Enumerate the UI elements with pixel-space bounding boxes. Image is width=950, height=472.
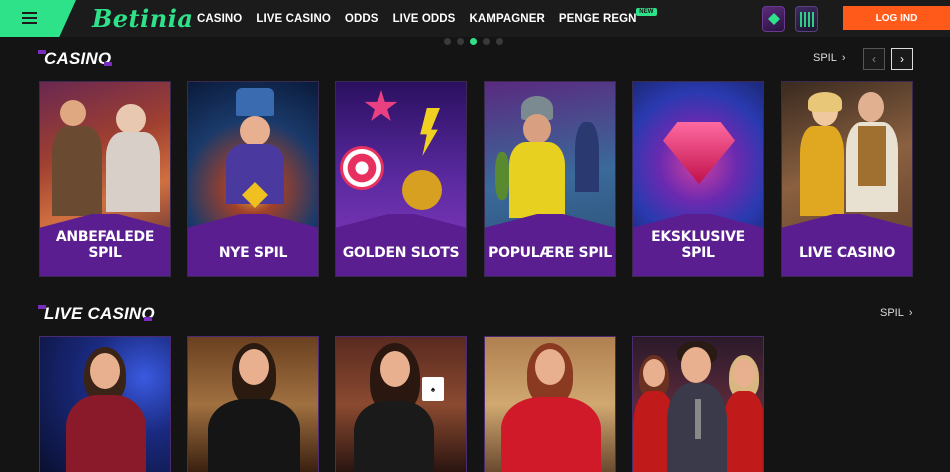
carousel-dot-active[interactable] [470, 38, 477, 45]
nav-live-odds[interactable]: LIVE ODDS [393, 13, 456, 25]
new-badge: NEW [636, 7, 657, 16]
card-label: POPULÆRE SPIL [488, 245, 612, 261]
live-game-card[interactable]: ♠ [335, 336, 467, 472]
nav-penge-regn-label: PENGE REGN [558, 12, 637, 25]
casino-spil-link[interactable]: SPIL › [813, 52, 846, 64]
menu-icon [22, 12, 37, 24]
category-card-anbefalede[interactable]: ANBEFALEDE SPIL [39, 81, 171, 277]
vip-badge-icon[interactable] [762, 6, 785, 32]
carousel-dots [444, 38, 509, 45]
card-label: LIVE CASINO [798, 245, 896, 261]
nav-kampagner[interactable]: KAMPAGNER [469, 13, 544, 25]
title-decoration [104, 62, 112, 66]
carousel-dot[interactable] [496, 38, 503, 45]
main-nav: CASINO LIVE CASINO ODDS LIVE ODDS KAMPAG… [197, 0, 657, 37]
spil-label: SPIL [880, 307, 904, 319]
casino-section-title: CASINO [44, 49, 112, 68]
nav-penge-regn[interactable]: PENGE REGN NEW [558, 7, 657, 25]
tournament-badge-icon[interactable] [795, 6, 818, 32]
chevron-right-icon: › [841, 52, 846, 64]
live-game-card[interactable] [187, 336, 319, 472]
brand-logo[interactable]: Betinia [92, 4, 193, 33]
live-casino-spil-link[interactable]: SPIL › [880, 307, 913, 319]
live-casino-section-title: LIVE CASINO [44, 304, 155, 323]
live-game-card[interactable] [39, 336, 171, 472]
category-card-nye-spil[interactable]: NYE SPIL [187, 81, 319, 277]
live-game-card[interactable] [632, 336, 764, 472]
spil-label: SPIL [813, 52, 837, 64]
live-game-card[interactable] [484, 336, 616, 472]
chevron-right-icon: › [908, 307, 913, 319]
login-button[interactable]: LOG IND [843, 6, 950, 30]
card-label: EKSKLUSIVE SPIL [651, 229, 745, 261]
nav-odds[interactable]: ODDS [345, 13, 379, 25]
carousel-prev-button[interactable]: ‹ [863, 48, 885, 70]
top-header: Betinia CASINO LIVE CASINO ODDS LIVE ODD… [0, 0, 950, 37]
playing-card-icon: ♠ [422, 377, 444, 401]
category-card-populaere[interactable]: POPULÆRE SPIL [484, 81, 616, 277]
carousel-dot[interactable] [483, 38, 490, 45]
category-card-live-casino[interactable]: LIVE CASINO [781, 81, 913, 277]
carousel-next-button[interactable]: › [891, 48, 913, 70]
microphone-icon [695, 399, 701, 439]
category-card-eksklusive[interactable]: EKSKLUSIVE SPIL [632, 81, 764, 277]
category-card-golden-slots[interactable]: GOLDEN SLOTS [335, 81, 467, 277]
carousel-dot[interactable] [444, 38, 451, 45]
title-decoration [144, 317, 152, 321]
card-label: GOLDEN SLOTS [342, 245, 460, 261]
card-label: NYE SPIL [218, 245, 288, 261]
carousel-dot[interactable] [457, 38, 464, 45]
card-label: ANBEFALEDE SPIL [55, 229, 155, 261]
nav-live-casino[interactable]: LIVE CASINO [256, 13, 331, 25]
nav-casino[interactable]: CASINO [197, 13, 242, 25]
menu-button[interactable] [0, 0, 76, 37]
